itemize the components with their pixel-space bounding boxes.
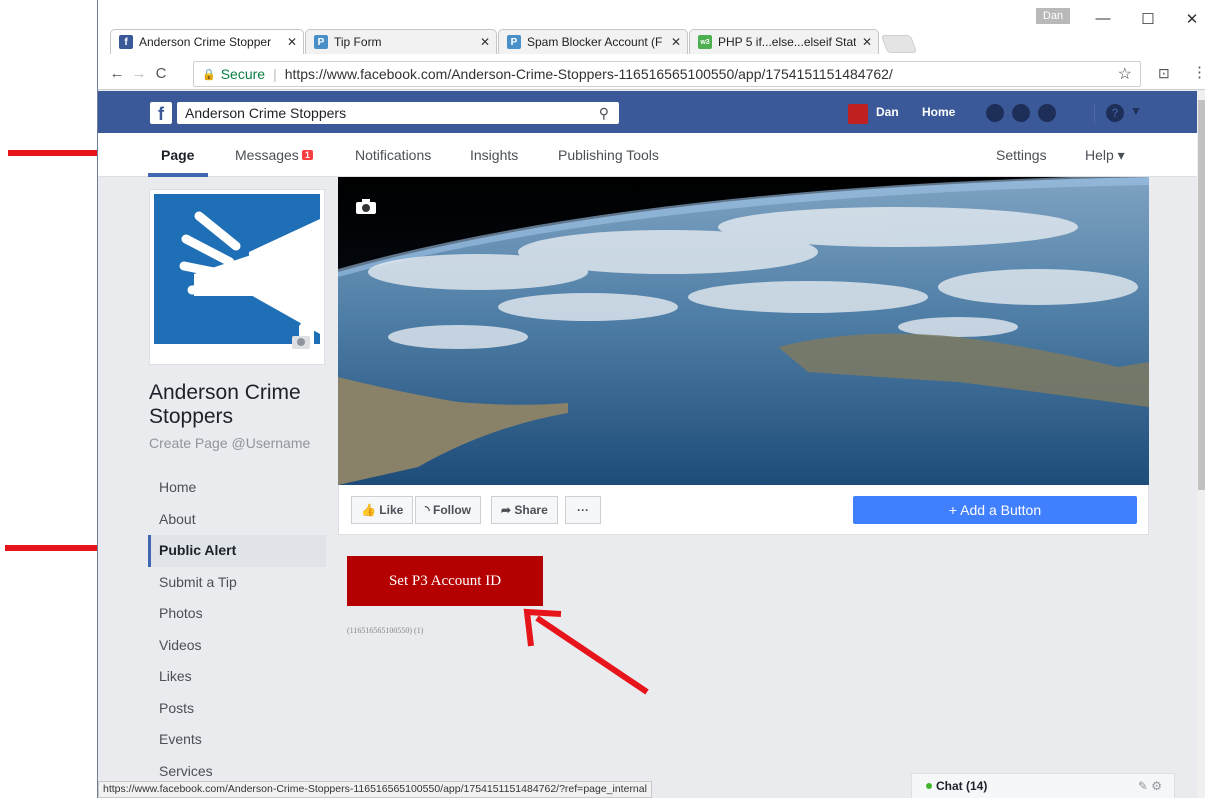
p-icon: P	[314, 35, 328, 49]
back-icon[interactable]: ←	[106, 65, 128, 82]
create-username-link[interactable]: Create Page @Username	[149, 435, 310, 451]
tab-label: PHP 5 if...else...elseif State	[718, 35, 856, 49]
cover-photo[interactable]	[338, 177, 1149, 485]
share-label: Share	[514, 503, 548, 517]
megaphone-logo-icon	[154, 194, 320, 360]
tab-spam-blocker[interactable]: P Spam Blocker Account (F ✕	[498, 29, 688, 54]
close-icon[interactable]: ✕	[287, 35, 297, 49]
sidebar-item-photos[interactable]: Photos	[148, 598, 326, 630]
status-bar-url: https://www.facebook.com/Anderson-Crime-…	[98, 781, 652, 798]
tab-insights[interactable]: Insights	[470, 147, 518, 163]
account-caret-icon[interactable]: ▼	[1130, 104, 1142, 118]
tab-settings[interactable]: Settings	[996, 147, 1047, 163]
page-navigation: Page Messages 1 Notifications Insights Pu…	[98, 133, 1205, 177]
secure-label: Secure	[220, 66, 266, 82]
online-dot-icon	[926, 783, 932, 789]
user-name-link[interactable]: Dan	[876, 105, 899, 119]
home-link[interactable]: Home	[922, 105, 955, 119]
tab-help[interactable]: Help ▾	[1085, 147, 1125, 164]
set-p3-account-id-button[interactable]: Set P3 Account ID	[347, 556, 543, 606]
tab-label: Anderson Crime Stopper	[139, 35, 272, 49]
help-icon[interactable]: ?	[1106, 104, 1124, 122]
friend-requests-icon[interactable]	[986, 104, 1004, 122]
sidebar-item-home[interactable]: Home	[148, 472, 326, 504]
chat-bar[interactable]: Chat (14) ✎ ⚙	[911, 773, 1175, 798]
notifications-globe-icon[interactable]	[1038, 104, 1056, 122]
profile-badge[interactable]: Dan	[1036, 8, 1070, 24]
chat-label: Chat (14)	[936, 779, 988, 793]
url-text: https://www.facebook.com/Anderson-Crime-…	[284, 66, 893, 82]
follow-button[interactable]: ◝ Follow	[415, 496, 481, 524]
thumbs-up-icon: 👍	[361, 503, 376, 517]
messages-badge: 1	[301, 150, 313, 160]
screenshot-frame: f Anderson Crime Stopper ✕ P Tip Form ✕ …	[0, 0, 1205, 798]
like-button[interactable]: 👍 Like	[351, 496, 414, 524]
sidebar-item-likes[interactable]: Likes	[148, 661, 326, 693]
sidebar-item-events[interactable]: Events	[148, 724, 326, 756]
close-icon[interactable]: ✕	[862, 35, 872, 49]
tab-messages[interactable]: Messages 1	[235, 147, 313, 163]
tab-notifications[interactable]: Notifications	[355, 147, 431, 163]
close-icon[interactable]: ✕	[671, 35, 681, 49]
bookmark-star-icon[interactable]: ☆	[1118, 64, 1132, 84]
compose-icon[interactable]: ✎	[1138, 779, 1148, 793]
tab-label: Tip Form	[334, 35, 382, 49]
search-value: Anderson Crime Stoppers	[185, 105, 347, 121]
cast-icon[interactable]: ⊡	[1158, 65, 1170, 82]
profile-picture[interactable]	[149, 189, 325, 365]
url-field[interactable]: 🔒 Secure | https://www.facebook.com/Ande…	[193, 61, 1141, 87]
tab-label: Messages	[235, 147, 299, 163]
sidebar-item-submit-a-tip[interactable]: Submit a Tip	[148, 567, 326, 599]
sidebar-item-videos[interactable]: Videos	[148, 630, 326, 662]
page-sidebar-nav: Home About Public Alert Submit a Tip Pho…	[148, 472, 326, 787]
tab-strip: f Anderson Crime Stopper ✕ P Tip Form ✕ …	[98, 0, 1205, 58]
facebook-icon: f	[119, 35, 133, 49]
sidebar-item-public-alert[interactable]: Public Alert	[148, 535, 326, 567]
share-arrow-icon: ➦	[501, 503, 512, 517]
w3-icon: w3	[698, 35, 712, 49]
camera-icon[interactable]	[356, 199, 376, 214]
follow-label: Follow	[433, 503, 471, 517]
rss-icon: ◝	[425, 503, 430, 517]
lock-icon: 🔒	[202, 68, 216, 81]
tab-page[interactable]: Page	[161, 147, 194, 163]
sidebar-item-about[interactable]: About	[148, 504, 326, 536]
tab-label: Spam Blocker Account (F	[527, 35, 663, 49]
sidebar-item-posts[interactable]: Posts	[148, 693, 326, 725]
facebook-search-input[interactable]: Anderson Crime Stoppers ⚲	[177, 102, 619, 124]
add-a-button[interactable]: + Add a Button	[853, 496, 1137, 524]
tab-anderson-crime-stoppers[interactable]: f Anderson Crime Stopper ✕	[110, 29, 304, 54]
more-button[interactable]: ···	[565, 496, 601, 524]
account-id-text: (116516565100550) (1)	[347, 626, 424, 635]
tab-php-if-else[interactable]: w3 PHP 5 if...else...elseif State ✕	[689, 29, 879, 54]
search-icon[interactable]: ⚲	[599, 102, 609, 124]
avatar[interactable]	[848, 104, 868, 124]
p-icon: P	[507, 35, 521, 49]
close-window-button[interactable]: ✕	[1182, 10, 1202, 28]
like-label: Like	[379, 503, 404, 517]
separator: |	[273, 66, 277, 82]
divider	[1094, 103, 1095, 123]
page-title: Anderson Crime Stoppers	[149, 381, 301, 428]
scrollbar-thumb[interactable]	[1198, 100, 1205, 490]
maximize-button[interactable]: ☐	[1138, 10, 1158, 28]
new-tab-button[interactable]	[880, 35, 918, 53]
active-tab-indicator	[148, 173, 208, 177]
minimize-button[interactable]: —	[1093, 10, 1113, 27]
arrow-set-p3-button	[523, 608, 649, 695]
reload-icon[interactable]: C	[150, 65, 172, 82]
share-button[interactable]: ➦ Share	[491, 496, 558, 524]
facebook-header: f Anderson Crime Stoppers ⚲ Dan Home ? ▼	[98, 91, 1205, 133]
facebook-logo-icon[interactable]: f	[150, 102, 172, 124]
messenger-icon[interactable]	[1012, 104, 1030, 122]
menu-icon[interactable]: ⋮	[1192, 63, 1205, 81]
forward-icon[interactable]: →	[128, 65, 150, 82]
address-bar: ← → C 🔒 Secure | https://www.facebook.co…	[98, 58, 1205, 90]
tab-publishing-tools[interactable]: Publishing Tools	[558, 147, 659, 163]
page-action-bar: 👍 Like ◝ Follow ➦ Share ··· + Add a Butt…	[338, 485, 1149, 535]
close-icon[interactable]: ✕	[480, 35, 490, 49]
tab-tip-form[interactable]: P Tip Form ✕	[305, 29, 497, 54]
gear-icon[interactable]: ⚙	[1151, 779, 1162, 793]
